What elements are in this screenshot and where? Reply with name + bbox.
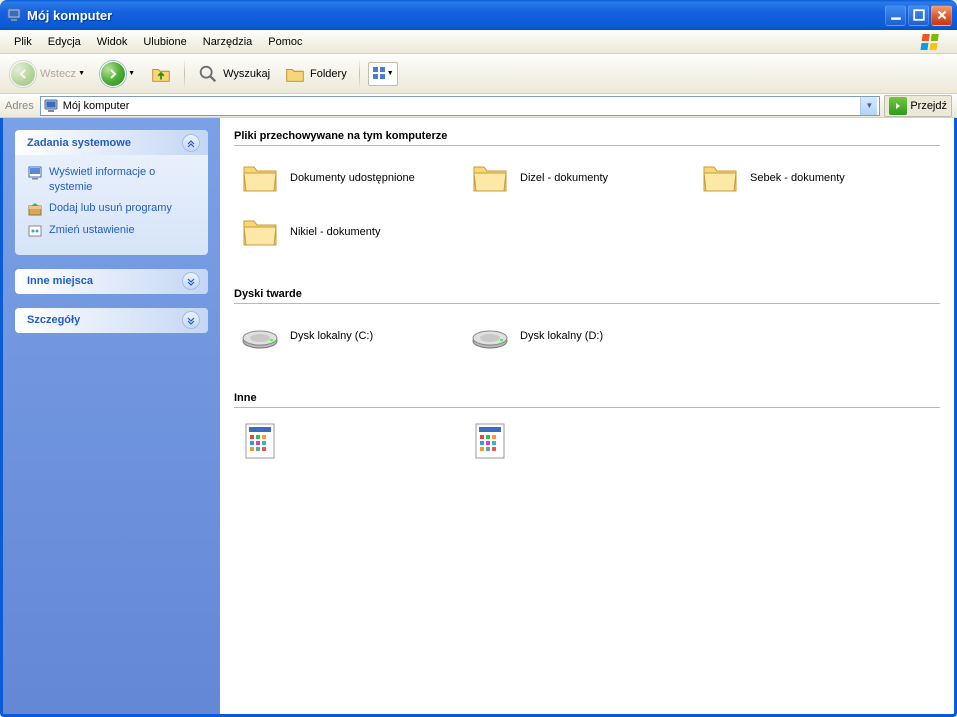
menu-tools[interactable]: Narzędzia — [195, 33, 261, 51]
task-link-add-remove[interactable]: Dodaj lub usuń programy — [27, 201, 196, 217]
go-button[interactable]: Przejdź — [884, 95, 952, 117]
group-items-disks: Dysk lokalny (C:) Dysk lokalny (D:) — [234, 314, 940, 368]
address-label: Adres — [5, 100, 34, 112]
folder-item[interactable]: Nikiel - dokumenty — [234, 210, 464, 254]
other-item[interactable] — [234, 418, 464, 462]
search-button[interactable]: Wyszukaj — [193, 60, 274, 88]
address-dropdown[interactable]: ▼ — [860, 97, 877, 115]
disk-item[interactable]: Dysk lokalny (D:) — [464, 314, 694, 358]
chevron-down-icon — [182, 311, 200, 329]
my-computer-icon — [43, 98, 59, 114]
back-button[interactable]: Wstecz ▼ — [6, 58, 90, 90]
task-link-system-info[interactable]: Wyświetl informacje o systemie — [27, 165, 196, 195]
folder-icon — [240, 158, 280, 198]
folders-label: Foldery — [310, 68, 347, 80]
back-label: Wstecz — [40, 68, 76, 80]
item-label: Dizel - dokumenty — [520, 172, 608, 184]
task-header-details[interactable]: Szczegóły — [15, 308, 208, 333]
folder-icon — [470, 158, 510, 198]
separator — [359, 59, 360, 89]
menu-file[interactable]: Plik — [6, 33, 40, 51]
side-panel: Zadania systemowe Wyświetl informacje o … — [3, 118, 220, 714]
disk-item[interactable]: Dysk lokalny (C:) — [234, 314, 464, 358]
folders-button[interactable]: Foldery — [280, 60, 351, 88]
forward-button[interactable]: ▼ — [96, 58, 140, 90]
arrow-right-icon — [100, 61, 126, 87]
title-bar: Mój komputer — [0, 0, 957, 30]
task-link-label: Dodaj lub usuń programy — [49, 201, 172, 216]
chevron-down-icon: ▼ — [128, 70, 136, 77]
window-title: Mój komputer — [27, 8, 885, 23]
chevron-down-icon: ▼ — [78, 70, 86, 77]
control-panel-icon — [470, 420, 510, 460]
folder-icon — [240, 212, 280, 252]
search-label: Wyszukaj — [223, 68, 270, 80]
window-controls — [885, 5, 952, 26]
task-header-label: Szczegóły — [27, 314, 80, 326]
menu-favorites[interactable]: Ulubione — [135, 33, 194, 51]
task-header-label: Inne miejsca — [27, 275, 93, 287]
task-link-label: Zmień ustawienie — [49, 223, 135, 238]
folder-item[interactable]: Sebek - dokumenty — [694, 156, 924, 200]
item-label: Sebek - dokumenty — [750, 172, 845, 184]
content-area: Zadania systemowe Wyświetl informacje o … — [0, 118, 957, 717]
address-field[interactable]: Mój komputer ▼ — [40, 96, 881, 116]
folder-up-icon — [150, 63, 172, 85]
up-button[interactable] — [146, 60, 176, 88]
go-arrow-icon — [889, 97, 907, 115]
chevron-up-icon — [182, 134, 200, 152]
task-header-places[interactable]: Inne miejsca — [15, 269, 208, 294]
settings-icon — [27, 223, 43, 239]
separator — [184, 59, 185, 89]
group-header: Dyski twarde — [234, 284, 940, 304]
my-computer-icon — [6, 7, 22, 23]
task-box-system: Zadania systemowe Wyświetl informacje o … — [15, 130, 208, 255]
arrow-left-icon — [10, 61, 36, 87]
hard-disk-icon — [470, 316, 510, 356]
maximize-button[interactable] — [908, 5, 929, 26]
address-value: Mój komputer — [63, 100, 861, 112]
item-label: Nikiel - dokumenty — [290, 226, 380, 238]
minimize-button[interactable] — [885, 5, 906, 26]
folders-icon — [284, 63, 306, 85]
menu-bar: Plik Edycja Widok Ulubione Narzędzia Pom… — [0, 30, 957, 54]
task-link-label: Wyświetl informacje o systemie — [49, 165, 196, 195]
item-label: Dysk lokalny (D:) — [520, 330, 603, 342]
task-box-places: Inne miejsca — [15, 269, 208, 294]
other-item[interactable] — [464, 418, 694, 462]
group-items-folders: Dokumenty udostępnione Dizel - dokumenty… — [234, 156, 940, 264]
task-header-label: Zadania systemowe — [27, 137, 131, 149]
chevron-down-icon: ▼ — [387, 70, 395, 77]
package-icon — [27, 201, 43, 217]
search-icon — [197, 63, 219, 85]
menu-edit[interactable]: Edycja — [40, 33, 89, 51]
close-button[interactable] — [931, 5, 952, 26]
folder-icon — [700, 158, 740, 198]
folder-item[interactable]: Dokumenty udostępnione — [234, 156, 464, 200]
group-items-other — [234, 418, 940, 472]
group-header: Inne — [234, 388, 940, 408]
hard-disk-icon — [240, 316, 280, 356]
address-bar: Adres Mój komputer ▼ Przejdź — [0, 94, 957, 118]
views-button[interactable]: ▼ — [368, 62, 398, 86]
control-panel-icon — [240, 420, 280, 460]
info-icon — [27, 165, 43, 181]
main-panel: Pliki przechowywane na tym komputerze Do… — [220, 118, 954, 714]
windows-logo-icon — [917, 32, 953, 52]
task-body: Wyświetl informacje o systemie Dodaj lub… — [15, 155, 208, 255]
menu-help[interactable]: Pomoc — [260, 33, 310, 51]
task-link-change-setting[interactable]: Zmień ustawienie — [27, 223, 196, 239]
task-header-system[interactable]: Zadania systemowe — [15, 130, 208, 155]
toolbar: Wstecz ▼ ▼ Wyszukaj Foldery ▼ — [0, 54, 957, 94]
group-header: Pliki przechowywane na tym komputerze — [234, 126, 940, 146]
item-label: Dysk lokalny (C:) — [290, 330, 373, 342]
task-box-details: Szczegóły — [15, 308, 208, 333]
chevron-down-icon — [182, 272, 200, 290]
item-label: Dokumenty udostępnione — [290, 172, 415, 184]
go-label: Przejdź — [910, 100, 947, 112]
folder-item[interactable]: Dizel - dokumenty — [464, 156, 694, 200]
menu-view[interactable]: Widok — [89, 33, 136, 51]
